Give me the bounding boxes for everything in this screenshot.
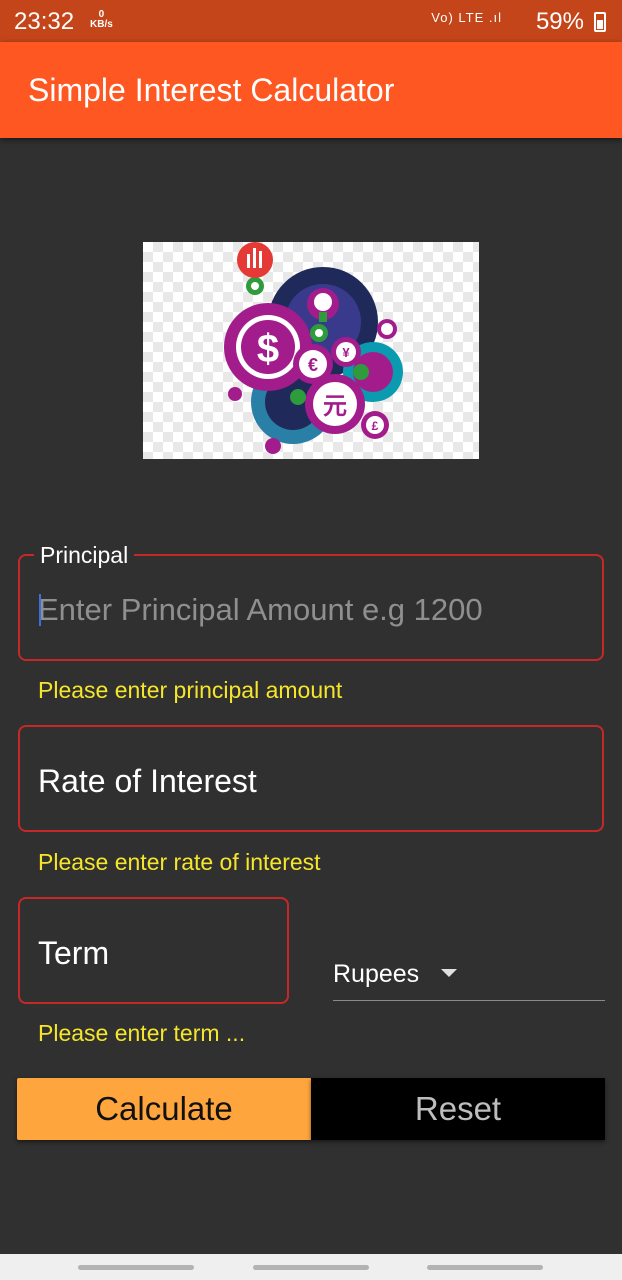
peso-icon [265, 438, 281, 454]
signal-icon: Vo) LTE .ıl [431, 10, 502, 25]
gear-icon [290, 389, 306, 405]
principal-input[interactable] [38, 590, 578, 630]
currency-dropdown[interactable]: Rupees [333, 950, 605, 1001]
app-title: Simple Interest Calculator [28, 72, 395, 108]
gear-icon [353, 364, 369, 380]
battery-percent: 59% [535, 8, 584, 35]
money-gears-image: $ € ¥ 元 £ [143, 242, 479, 459]
term-error: Please enter term ... [38, 1020, 246, 1046]
rate-error: Please enter rate of interest [38, 849, 321, 875]
svg-text:$: $ [257, 327, 279, 371]
rate-field[interactable]: Rate of Interest [18, 725, 604, 832]
principal-label: Principal [34, 542, 135, 569]
back-button[interactable] [427, 1265, 543, 1270]
network-speed: 0 KB/s [90, 10, 113, 30]
status-time: 23:32 [14, 8, 75, 35]
svg-text:€: € [308, 355, 318, 375]
reset-button[interactable]: Reset [311, 1078, 605, 1140]
dropdown-arrow-icon [441, 969, 457, 977]
network-speed-unit: KB/s [90, 19, 113, 30]
battery-icon [594, 12, 606, 32]
calculate-button[interactable]: Calculate [17, 1078, 311, 1140]
svg-text:£: £ [372, 419, 379, 433]
text-cursor [39, 594, 41, 626]
term-field[interactable]: Term [18, 897, 289, 1004]
money-gears-illustration: $ € ¥ 元 £ [224, 242, 403, 454]
rate-label: Rate of Interest [38, 763, 257, 799]
app-bar: Simple Interest Calculator [0, 42, 622, 138]
term-label: Term [38, 935, 110, 971]
status-bar: 23:32 0 KB/s Vo) LTE .ıl 59% [0, 0, 622, 42]
navigation-bar [0, 1254, 622, 1280]
svg-text:¥: ¥ [342, 345, 350, 360]
bitcoin-icon [228, 387, 242, 401]
principal-field[interactable]: Principal [18, 542, 604, 661]
currency-selected: Rupees [333, 960, 420, 988]
principal-error: Please enter principal amount [38, 677, 343, 703]
home-button[interactable] [253, 1265, 369, 1270]
svg-text:元: 元 [323, 392, 347, 420]
recent-apps-button[interactable] [78, 1265, 194, 1270]
